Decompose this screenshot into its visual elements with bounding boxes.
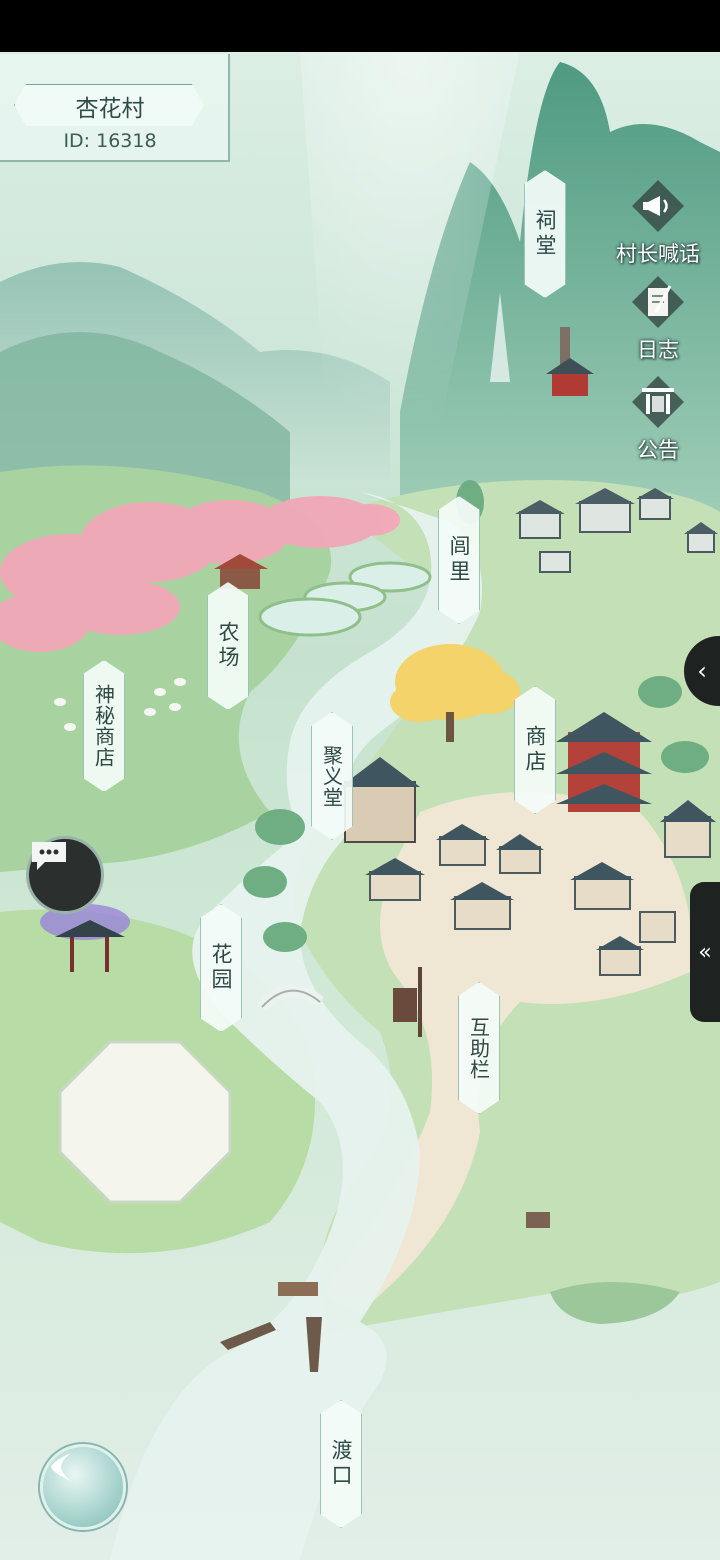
- double-chevron-left-icon: «: [698, 939, 712, 965]
- chat-button[interactable]: [26, 836, 104, 914]
- chat-bubble-icon: [32, 842, 66, 870]
- village-name: 杏花村: [14, 84, 204, 126]
- chief-shout-button[interactable]: 村长喊话: [608, 178, 708, 268]
- village-info-card: 杏花村 ID: 16318: [0, 54, 230, 162]
- notice-button[interactable]: 公告: [608, 374, 708, 464]
- back-arrow-icon: [51, 1453, 71, 1481]
- location-ju-yi-tang[interactable]: 聚义堂: [311, 712, 353, 840]
- chevron-left-icon: ‹: [697, 657, 707, 685]
- village-id: ID: 16318: [63, 130, 157, 152]
- megaphone-icon: [632, 180, 684, 232]
- log-label: 日志: [637, 338, 679, 362]
- chief-shout-label: 村长喊话: [616, 242, 700, 266]
- pavilion-board-icon: [632, 376, 684, 428]
- location-du-kou[interactable]: 渡口: [320, 1400, 362, 1528]
- location-shen-mi-shang-dian[interactable]: 神秘商店: [83, 660, 125, 792]
- back-button[interactable]: [40, 1444, 126, 1530]
- side-drawer-tab[interactable]: «: [690, 882, 720, 1022]
- location-nong-chang[interactable]: 农场: [207, 582, 249, 710]
- location-hua-yuan[interactable]: 花园: [200, 904, 242, 1032]
- location-hu-zhu-lan[interactable]: 互助栏: [458, 982, 500, 1114]
- location-ci-tang[interactable]: 祠堂: [524, 170, 566, 298]
- log-button[interactable]: 日志: [608, 274, 708, 364]
- scroll-quill-icon: [632, 276, 684, 328]
- status-bar: [0, 0, 720, 52]
- location-lv-li[interactable]: 闾里: [438, 496, 480, 624]
- location-shang-dian[interactable]: 商店: [514, 686, 556, 814]
- notice-label: 公告: [637, 438, 679, 462]
